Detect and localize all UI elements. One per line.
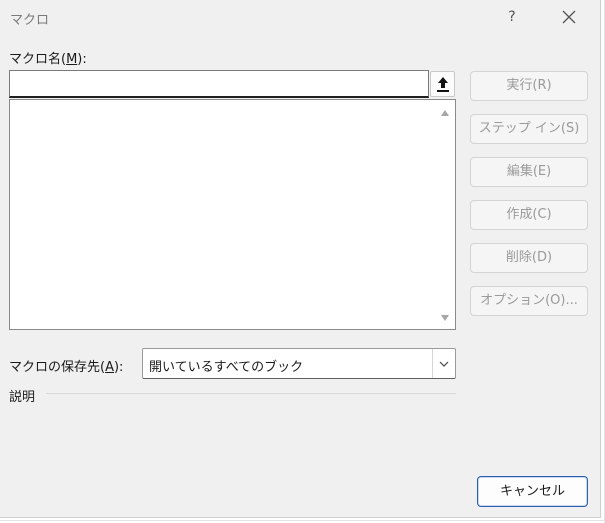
cancel-button[interactable]: キャンセル xyxy=(477,476,588,507)
step-in-button[interactable]: ステップ イン(S) xyxy=(470,114,588,144)
help-button[interactable]: ? xyxy=(496,4,528,30)
delete-button[interactable]: 削除(D) xyxy=(470,243,588,273)
macro-list[interactable] xyxy=(9,99,456,330)
scroll-up-icon[interactable] xyxy=(440,108,450,118)
create-button[interactable]: 作成(C) xyxy=(470,200,588,230)
description-divider xyxy=(46,393,456,394)
options-button[interactable]: オプション(O)... xyxy=(470,286,588,316)
scroll-down-icon[interactable] xyxy=(440,313,450,323)
macro-name-input[interactable] xyxy=(9,70,429,98)
macros-in-label: マクロの保存先(A): xyxy=(9,360,124,375)
close-icon xyxy=(562,10,576,24)
list-scrollbar[interactable] xyxy=(435,100,455,329)
macros-in-dropdown[interactable]: 開いているすべてのブック xyxy=(142,348,456,379)
macros-in-selected-value: 開いているすべてのブック xyxy=(149,360,304,375)
grid-line xyxy=(0,520,605,521)
dropdown-toggle[interactable] xyxy=(432,349,455,378)
dialog-title: マクロ xyxy=(10,13,50,28)
run-button[interactable]: 実行(R) xyxy=(470,71,588,101)
description-label: 説明 xyxy=(9,390,36,405)
macro-dialog: マクロ ? マクロ名(M): 実行(R) ステップ イン(S) 編集(E) 作成… xyxy=(0,0,601,518)
edit-button[interactable]: 編集(E) xyxy=(470,157,588,187)
collapse-dialog-button[interactable] xyxy=(430,71,455,97)
chevron-down-icon xyxy=(439,361,449,367)
title-bar[interactable]: マクロ ? xyxy=(0,0,600,36)
upload-arrow-icon xyxy=(437,77,449,92)
macro-name-label: マクロ名(M): xyxy=(9,52,87,67)
close-button[interactable] xyxy=(553,4,585,30)
